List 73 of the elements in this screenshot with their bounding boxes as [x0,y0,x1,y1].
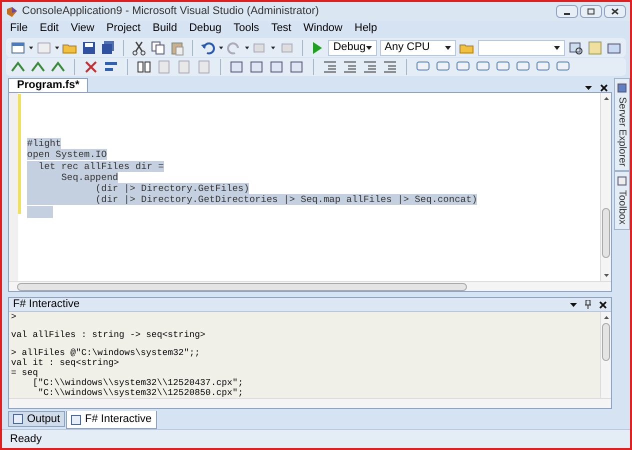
caret-icon[interactable] [218,46,224,50]
vertical-scrollbar[interactable] [600,312,611,398]
save-all-icon[interactable] [100,40,116,56]
caret-icon[interactable] [245,46,250,50]
scroll-thumb[interactable] [602,323,610,361]
scroll-thumb[interactable] [17,282,467,291]
menu-item[interactable]: Test [271,20,292,37]
pin-icon[interactable] [585,300,591,309]
console-line: val allFiles : string -> seq<string> [11,330,206,340]
menu-item[interactable]: Edit [40,20,59,37]
cancel-build-icon[interactable] [83,59,99,75]
menu-item[interactable]: Project [106,20,141,37]
indent-icon[interactable] [322,59,338,75]
console-line: "C:\\windows\\system32\\12520850.cpx"; [37,388,244,398]
console-line: > allFiles @"C:\windows\system32";; [11,348,202,358]
caret-icon[interactable] [29,46,34,50]
maximize-icon [587,8,595,15]
console-line: = seq [11,368,40,378]
panel-tab[interactable]: Output [8,411,66,427]
menu-item[interactable]: Tools [234,20,260,37]
console-line: ["C:\\windows\\system32\\12520437.cpx"; [32,378,244,388]
maximize-button[interactable] [580,5,602,18]
save-icon[interactable] [81,40,98,56]
window-icon [13,414,23,424]
book-icon[interactable] [136,59,152,75]
window-title: ConsoleApplication9 - Microsoft Visual Studio (Administrator) [22,4,319,20]
dropdown[interactable]: Any CPU [380,40,456,56]
menu-item[interactable]: Window [303,20,342,37]
dropdown[interactable]: Debug [328,40,377,56]
indent-icon[interactable] [382,59,398,75]
menu-item[interactable]: Build [152,20,178,37]
document-tab[interactable]: Program.fs* [8,78,88,92]
vertical-scrollbar[interactable] [600,93,611,282]
window-icon [71,414,82,424]
new-project-icon[interactable] [10,40,26,56]
menu-item[interactable]: Help [354,20,378,37]
scroll-thumb[interactable] [602,208,610,258]
caret-icon[interactable] [55,46,60,50]
side-tab[interactable]: Toolbox [614,171,630,230]
minimize-button[interactable] [556,5,578,18]
close-icon [611,8,619,15]
undo-icon[interactable] [200,40,216,56]
menu-item[interactable]: View [70,20,94,37]
console-line: val it : seq<string> [11,358,120,368]
interactive-console[interactable]: > val allFiles : string -> seq<string> > allFiles @"C:\windows\system32";; val it : seq<string> = seq ["C:\\windows\\system32\\12520437.cpx"; "C:\\windows\\system32\\12520850.cpx"; [9,312,600,398]
close-icon[interactable] [599,300,607,308]
close-button[interactable] [604,5,626,18]
cut-icon[interactable] [131,40,148,56]
horizontal-scrollbar[interactable] [9,398,611,408]
panel-tab[interactable]: F# Interactive [66,411,157,429]
panel-title: F# Interactive [13,297,80,312]
indent-icon[interactable] [342,59,358,75]
caret-icon[interactable] [366,46,372,50]
scroll-up-icon[interactable] [604,97,608,100]
caret-icon[interactable] [585,86,592,90]
indent-icon[interactable] [362,59,378,75]
scroll-up-icon[interactable] [604,316,608,319]
caret-icon[interactable] [554,46,560,50]
caret-icon[interactable] [271,46,276,50]
app-icon [6,6,18,18]
menu-item[interactable]: Debug [189,20,222,37]
paste-icon[interactable] [169,40,186,56]
horizontal-scrollbar[interactable] [9,281,611,292]
close-icon[interactable] [600,84,608,92]
scroll-down-icon[interactable] [604,274,608,278]
find-icon[interactable] [568,40,584,56]
menu-item[interactable]: File [10,20,28,37]
copy-icon[interactable] [150,40,166,56]
caret-icon[interactable] [444,46,451,50]
caret-icon[interactable] [570,302,577,306]
console-line: > [11,312,18,322]
status-text: Ready [10,432,42,447]
side-tab[interactable]: Server Explorer [614,78,630,172]
